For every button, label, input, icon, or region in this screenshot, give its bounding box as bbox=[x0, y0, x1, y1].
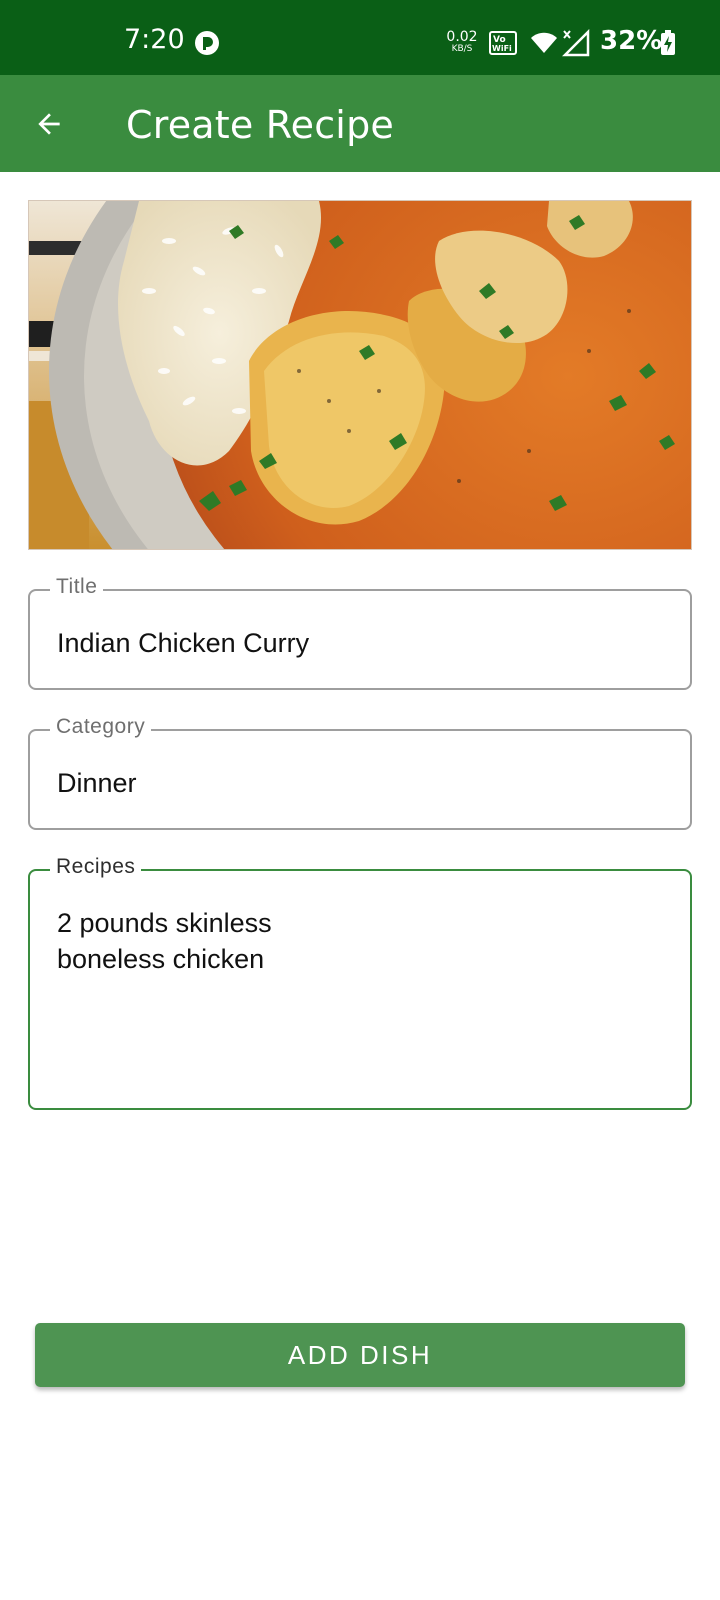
category-label: Category bbox=[50, 715, 152, 739]
dish-image[interactable] bbox=[28, 200, 692, 550]
arrow-back-icon bbox=[38, 113, 60, 135]
battery-percent: 32% bbox=[600, 26, 663, 56]
category-input[interactable]: Dinner bbox=[57, 765, 666, 801]
title-input[interactable]: Indian Chicken Curry bbox=[57, 625, 666, 661]
recipes-label: Recipes bbox=[50, 855, 142, 879]
add-dish-button[interactable]: ADD DISH bbox=[35, 1323, 685, 1387]
recipes-field[interactable]: Recipes 2 pounds skinless boneless chick… bbox=[28, 855, 692, 1110]
title-label: Title bbox=[50, 575, 104, 599]
network-speed: 0.02 KB/S bbox=[446, 30, 478, 54]
vowifi-bottom-text: WiFi bbox=[492, 44, 512, 53]
back-button[interactable] bbox=[22, 99, 76, 149]
app-bar: Create Recipe bbox=[0, 75, 720, 172]
title-field[interactable]: Title Indian Chicken Curry bbox=[28, 575, 692, 690]
recipes-textarea[interactable]: 2 pounds skinless boneless chicken bbox=[57, 905, 666, 977]
wifi-icon bbox=[531, 32, 557, 53]
network-speed-unit: KB/S bbox=[451, 44, 473, 54]
battery-charging-icon bbox=[661, 30, 675, 55]
app-notification-icon bbox=[195, 31, 219, 55]
vowifi-icon: Vo WiFi bbox=[489, 31, 517, 55]
page-title: Create Recipe bbox=[126, 103, 394, 147]
status-bar: 7:20 0.02 KB/S Vo WiFi 32% bbox=[0, 0, 720, 75]
category-field[interactable]: Category Dinner bbox=[28, 715, 692, 830]
signal-icon bbox=[562, 29, 590, 57]
dish-photo-illustration bbox=[29, 201, 691, 549]
network-speed-value: 0.02 bbox=[446, 29, 478, 45]
status-time: 7:20 bbox=[124, 24, 185, 55]
